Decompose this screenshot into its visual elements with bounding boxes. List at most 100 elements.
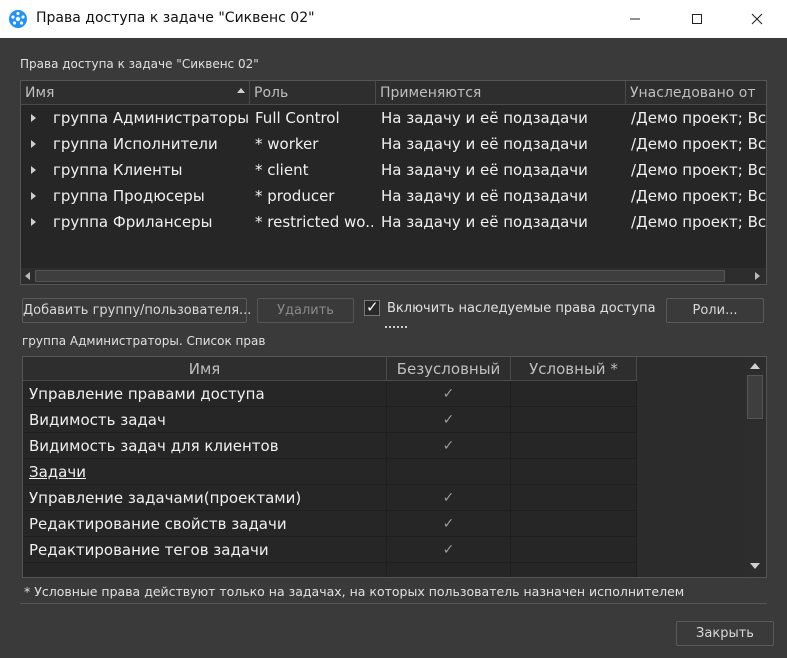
applies-cell: На задачу и её подзадачи <box>381 213 588 231</box>
app-logo-icon <box>9 10 27 28</box>
check-icon: ✓ <box>442 516 455 532</box>
rights-row[interactable]: Редактирование свойств задачи ✓ <box>23 511 637 537</box>
role-cell: * worker <box>255 135 319 153</box>
group-name-cell: группа Администраторы <box>53 109 248 127</box>
column-header-unconditional[interactable]: Безусловный <box>387 357 511 381</box>
right-name-label: Редактирование тегов задачи <box>29 541 269 559</box>
table-row[interactable]: группа Фрилансеры * restricted wo... На за… <box>21 209 767 235</box>
expand-arrow-icon[interactable] <box>31 218 36 226</box>
role-cell: * client <box>255 161 309 179</box>
section-link[interactable]: Задачи <box>29 459 86 485</box>
applies-cell: На задачу и её подзадачи <box>381 135 588 153</box>
maximize-button[interactable] <box>674 0 720 38</box>
table-row[interactable]: группа Администраторы Full Control На зада… <box>21 105 767 131</box>
sort-ascending-icon <box>237 88 245 93</box>
vertical-scrollbar[interactable] <box>745 357 765 577</box>
right-name-label: Видимость задач <box>29 411 166 429</box>
scrollbar-thumb[interactable] <box>35 270 725 282</box>
scroll-right-icon[interactable] <box>755 272 760 280</box>
access-table-header: Имя Роль Применяются Унаследовано от <box>21 81 766 105</box>
inherited-from-cell: /Демо проект; Все <box>631 161 767 179</box>
column-header-right-name[interactable]: Имя <box>23 357 387 381</box>
role-cell: * restricted wo... <box>255 213 373 231</box>
rights-table-header: Имя Безусловный Условный * <box>23 357 637 381</box>
unconditional-cell[interactable]: ✓ <box>387 433 511 459</box>
conditional-rights-footnote: * Условные права действуют только на зад… <box>24 584 685 599</box>
conditional-cell[interactable] <box>511 537 637 563</box>
table-row[interactable]: группа Исполнители * worker На задачу и её… <box>21 131 767 157</box>
right-name-cell: Управление задачами(проектами) <box>23 485 387 511</box>
unconditional-cell[interactable] <box>387 459 511 485</box>
table-row[interactable]: группа Клиенты * client На задачу и её под… <box>21 157 767 183</box>
close-icon <box>751 13 763 25</box>
divider <box>20 603 767 604</box>
expand-arrow-icon[interactable] <box>31 166 36 174</box>
rights-row[interactable]: Видимость задач для клиентов ✓ <box>23 433 637 459</box>
column-header-conditional[interactable]: Условный * <box>511 357 637 381</box>
check-icon: ✓ <box>442 542 455 558</box>
table-row[interactable]: группа Продюсеры * producer На задачу и её… <box>21 183 766 209</box>
rights-row[interactable]: Управление задачами(проектами) ✓ <box>23 485 637 511</box>
expand-arrow-icon[interactable] <box>31 140 36 148</box>
scroll-down-icon[interactable] <box>750 563 760 569</box>
minimize-button[interactable] <box>612 0 658 38</box>
group-name-cell: группа Клиенты <box>53 161 183 179</box>
scrollbar-thumb[interactable] <box>747 375 763 419</box>
conditional-cell[interactable] <box>511 381 637 407</box>
check-icon: ✓ <box>442 438 455 454</box>
conditional-cell[interactable] <box>511 485 637 511</box>
roles-button[interactable]: Роли... <box>666 298 764 323</box>
inherit-rights-checkbox[interactable]: ✓ <box>364 298 380 316</box>
column-header-label: Имя <box>25 85 55 101</box>
right-name-cell: Редактирование тегов задачи <box>23 537 387 563</box>
unconditional-cell[interactable]: ✓ <box>387 537 511 563</box>
focus-indicator <box>385 326 407 328</box>
unconditional-cell[interactable]: ✓ <box>387 381 511 407</box>
rights-row[interactable]: Редактирование тегов задачи ✓ <box>23 537 637 563</box>
right-name-label: Управление задачами(проектами) <box>29 489 302 507</box>
column-header-name[interactable]: Имя <box>21 81 250 105</box>
close-button[interactable]: Закрыть <box>676 621 774 646</box>
applies-cell: На задачу и её подзадачи <box>381 109 588 127</box>
unconditional-cell[interactable]: ✓ <box>387 485 511 511</box>
minimize-icon <box>630 18 640 20</box>
right-name-label: Редактирование свойств задачи <box>29 515 287 533</box>
close-window-button[interactable] <box>734 0 780 38</box>
horizontal-scrollbar[interactable] <box>21 268 766 284</box>
unconditional-cell[interactable]: ✓ <box>387 511 511 537</box>
column-header-role[interactable]: Роль <box>250 81 376 105</box>
add-group-user-button[interactable]: Добавить группу/пользователя... <box>22 298 251 323</box>
unconditional-cell[interactable]: ✓ <box>387 407 511 433</box>
applies-cell: На задачу и её подзадачи <box>381 161 588 179</box>
rights-list-label: группа Администраторы. Список прав <box>22 334 266 348</box>
conditional-cell[interactable] <box>511 511 637 537</box>
rights-table[interactable]: Имя Безусловный Условный * Управление пр… <box>22 356 767 578</box>
column-header-inherited[interactable]: Унаследовано от <box>626 81 766 105</box>
right-name-cell: Задачи <box>23 459 387 485</box>
expand-arrow-icon[interactable] <box>31 192 36 200</box>
inherited-from-cell: /Демо проект; Все <box>631 135 767 153</box>
inherited-from-cell: /Демо проект; Все <box>631 213 767 231</box>
right-name-cell: Видимость задач для клиентов <box>23 433 387 459</box>
scroll-up-icon[interactable] <box>750 363 760 369</box>
access-table[interactable]: Имя Роль Применяются Унаследовано от гру… <box>20 80 767 285</box>
inherit-rights-label[interactable]: Включить наследуемые права доступа <box>387 301 656 316</box>
conditional-cell[interactable] <box>511 407 637 433</box>
scroll-left-icon[interactable] <box>25 272 30 280</box>
rights-row[interactable]: Видимость задач ✓ <box>23 407 637 433</box>
maximize-icon <box>692 14 702 24</box>
check-icon: ✓ <box>442 412 455 428</box>
role-cell: Full Control <box>255 109 340 127</box>
expand-arrow-icon[interactable] <box>31 114 36 122</box>
rights-section-row[interactable]: Задачи <box>23 459 637 485</box>
rights-table-empty-area <box>638 357 746 577</box>
inherited-from-cell: /Демо проект; Все <box>631 109 767 127</box>
rights-row[interactable]: Управление правами доступа ✓ <box>23 381 637 407</box>
right-name-cell: Управление правами доступа <box>23 381 387 407</box>
conditional-cell[interactable] <box>511 459 637 485</box>
access-header-label: Права доступа к задаче "Сиквенс 02" <box>20 57 259 71</box>
column-header-applies[interactable]: Применяются <box>376 81 626 105</box>
delete-button[interactable]: Удалить <box>257 298 354 323</box>
conditional-cell[interactable] <box>511 433 637 459</box>
applies-cell: На задачу и её подзадачи <box>381 187 588 205</box>
